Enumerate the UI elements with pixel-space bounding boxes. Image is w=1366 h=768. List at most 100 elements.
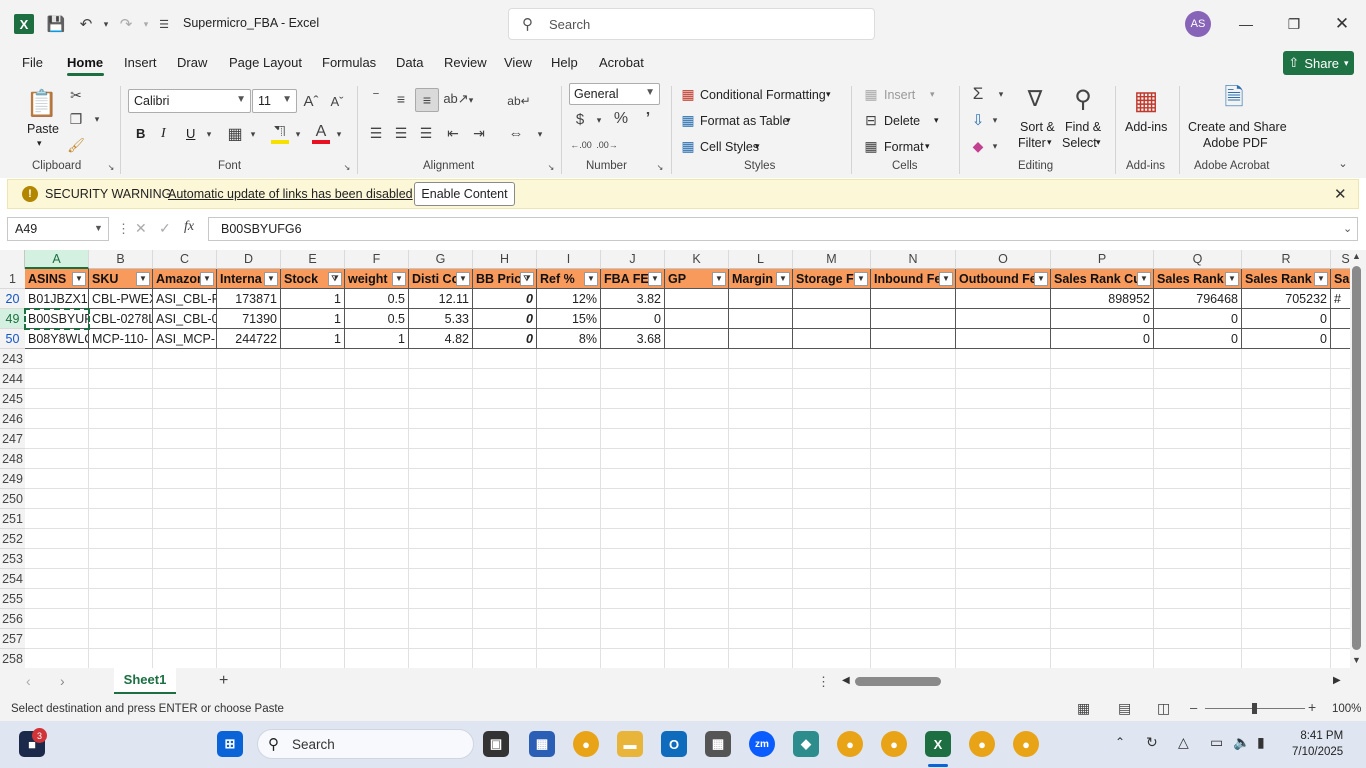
font-launcher-icon[interactable]: ↘	[342, 162, 352, 172]
row-header[interactable]: 50	[0, 329, 25, 349]
empty-cell[interactable]	[281, 609, 345, 629]
table-cell[interactable]: 0	[1051, 309, 1154, 329]
row-header[interactable]: 258	[0, 649, 25, 668]
empty-cell[interactable]	[281, 489, 345, 509]
empty-cell[interactable]	[1242, 649, 1331, 668]
table-header-cell[interactable]: Sales Rank (▼	[1242, 269, 1331, 289]
row-header[interactable]: 256	[0, 609, 25, 629]
empty-cell[interactable]	[409, 409, 473, 429]
empty-cell[interactable]	[537, 549, 601, 569]
font-name-select[interactable]: Calibri ▼	[128, 89, 251, 113]
empty-cell[interactable]	[956, 349, 1051, 369]
empty-cell[interactable]	[956, 649, 1051, 668]
empty-cell[interactable]	[537, 589, 601, 609]
name-box[interactable]: A49 ▼	[7, 217, 109, 241]
table-cell[interactable]: 173871	[217, 289, 281, 309]
empty-cell[interactable]	[345, 369, 409, 389]
empty-cell[interactable]	[729, 429, 793, 449]
empty-cell[interactable]	[25, 469, 89, 489]
empty-cell[interactable]	[1051, 429, 1154, 449]
chrome-icon[interactable]: ●	[969, 731, 995, 757]
table-cell[interactable]: 0	[1242, 309, 1331, 329]
empty-cell[interactable]	[153, 449, 217, 469]
empty-cell[interactable]	[281, 549, 345, 569]
chrome-icon[interactable]: ●	[881, 731, 907, 757]
row-header[interactable]: 251	[0, 509, 25, 529]
empty-cell[interactable]	[409, 509, 473, 529]
table-cell[interactable]	[793, 289, 871, 309]
more-options-icon[interactable]: ⋮	[817, 674, 830, 690]
page-layout-view-icon[interactable]: ▤	[1118, 700, 1131, 717]
empty-cell[interactable]	[25, 529, 89, 549]
chevron-up-icon[interactable]: ⌃	[1115, 735, 1125, 749]
empty-cell[interactable]	[345, 429, 409, 449]
filter-dropdown-icon[interactable]: ▼	[392, 272, 406, 286]
undo-icon[interactable]: ↶	[76, 14, 96, 34]
table-cell[interactable]: CBL-0278L	[89, 309, 153, 329]
prev-sheet-icon[interactable]: ‹	[26, 673, 31, 689]
empty-cell[interactable]	[537, 529, 601, 549]
close-icon[interactable]: ✕	[1334, 185, 1347, 203]
column-header-h[interactable]: H	[473, 250, 537, 269]
empty-cell[interactable]	[871, 429, 956, 449]
cell-styles-button[interactable]: Cell Styles	[700, 140, 759, 154]
empty-cell[interactable]	[281, 509, 345, 529]
table-cell[interactable]	[729, 289, 793, 309]
empty-cell[interactable]	[473, 409, 537, 429]
empty-cell[interactable]	[89, 509, 153, 529]
empty-cell[interactable]	[281, 349, 345, 369]
empty-cell[interactable]	[956, 509, 1051, 529]
empty-cell[interactable]	[1331, 569, 1350, 589]
task-view-icon[interactable]: ▣	[483, 731, 509, 757]
filter-dropdown-icon[interactable]: ▼	[648, 272, 662, 286]
empty-cell[interactable]	[1331, 469, 1350, 489]
empty-cell[interactable]	[217, 509, 281, 529]
table-cell[interactable]: 3.68	[601, 329, 665, 349]
table-cell[interactable]	[729, 309, 793, 329]
decrease-decimal-icon[interactable]: .00→	[596, 136, 618, 154]
empty-cell[interactable]	[409, 449, 473, 469]
empty-cell[interactable]	[25, 449, 89, 469]
empty-cell[interactable]	[665, 449, 729, 469]
addins-button[interactable]: Add-ins	[1125, 120, 1167, 134]
table-cell[interactable]: 4.82	[409, 329, 473, 349]
table-header-cell[interactable]: weight ▼	[345, 269, 409, 289]
empty-cell[interactable]	[345, 649, 409, 668]
empty-cell[interactable]	[1242, 629, 1331, 649]
empty-cell[interactable]	[793, 509, 871, 529]
empty-cell[interactable]	[153, 649, 217, 668]
close-icon[interactable]: ✕	[1327, 10, 1357, 38]
empty-cell[interactable]	[409, 569, 473, 589]
empty-cell[interactable]	[281, 569, 345, 589]
empty-cell[interactable]	[871, 649, 956, 668]
empty-cell[interactable]	[1051, 589, 1154, 609]
empty-cell[interactable]	[89, 369, 153, 389]
sheet-tab[interactable]: Sheet1	[114, 668, 176, 694]
empty-cell[interactable]	[871, 469, 956, 489]
font-color-dropdown-icon[interactable]: ▾	[334, 128, 344, 140]
empty-cell[interactable]	[1154, 629, 1242, 649]
empty-cell[interactable]	[1154, 349, 1242, 369]
empty-cell[interactable]	[473, 389, 537, 409]
column-header-o[interactable]: O	[956, 250, 1051, 269]
delete-cells-button[interactable]: Delete	[884, 114, 920, 128]
empty-cell[interactable]	[537, 449, 601, 469]
row-header[interactable]: 252	[0, 529, 25, 549]
row-header[interactable]: 243	[0, 349, 25, 369]
align-center-icon[interactable]: ☰	[391, 124, 411, 142]
empty-cell[interactable]	[217, 389, 281, 409]
empty-cell[interactable]	[601, 549, 665, 569]
empty-cell[interactable]	[871, 409, 956, 429]
empty-cell[interactable]	[871, 549, 956, 569]
table-cell[interactable]: CBL-PWEX	[89, 289, 153, 309]
table-cell[interactable]: ASI_MCP-	[153, 329, 217, 349]
empty-cell[interactable]	[25, 489, 89, 509]
align-middle-icon[interactable]: ≡	[391, 90, 411, 108]
table-cell[interactable]: 1	[345, 329, 409, 349]
vertical-scroll-thumb[interactable]	[1352, 266, 1361, 650]
scroll-up-icon[interactable]: ▲	[1352, 251, 1361, 261]
empty-cell[interactable]	[25, 349, 89, 369]
format-painter-icon[interactable]: 🖌	[67, 136, 85, 154]
table-header-cell[interactable]: Outbound Fe ▼	[956, 269, 1051, 289]
table-header-cell[interactable]: Storage F ▼	[793, 269, 871, 289]
